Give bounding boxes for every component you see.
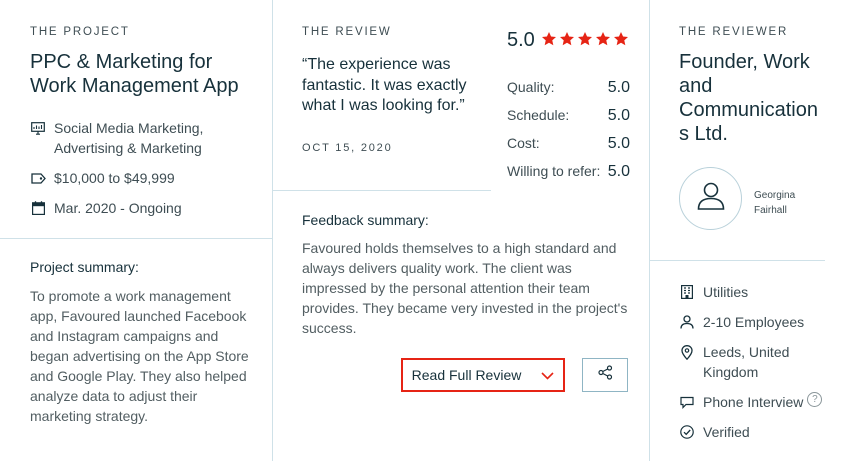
avatar xyxy=(679,167,742,230)
rating-row: Willing to refer: 5.0 xyxy=(507,163,630,181)
rating-label: Cost: xyxy=(507,135,540,151)
project-title: PPC & Marketing for Work Management App xyxy=(30,51,239,97)
review-quote: “The experience was fantastic. It was ex… xyxy=(302,56,467,114)
reviewer-industry: Utilities xyxy=(679,282,748,302)
location-text: Leeds, United Kingdom xyxy=(703,344,790,380)
reviewer-interview: Phone Interview ? xyxy=(679,392,823,412)
chat-bubble-icon xyxy=(679,394,695,410)
interview-text: Phone Interview xyxy=(703,394,804,410)
rating-row: Quality: 5.0 xyxy=(507,79,630,97)
person-icon xyxy=(679,314,695,330)
verified-text: Verified xyxy=(703,424,750,440)
reviewer-eyebrow: THE REVIEWER xyxy=(679,26,789,38)
industry-text: Utilities xyxy=(703,284,749,300)
budget-text: $10,000 to $49,999 xyxy=(54,170,175,186)
reviewer-employees: 2-10 Employees xyxy=(679,312,804,332)
star-icon xyxy=(614,32,628,46)
price-tag-icon xyxy=(30,170,46,186)
project-budget: $10,000 to $49,999 xyxy=(30,168,175,188)
rating-value: 5.0 xyxy=(607,163,630,180)
rating-row: Cost: 5.0 xyxy=(507,135,630,153)
rating-label: Schedule: xyxy=(507,107,570,123)
calendar-icon xyxy=(30,200,46,216)
review-date: OCT 15, 2020 xyxy=(302,142,393,154)
overall-rating: 5.0 xyxy=(507,29,535,51)
user-icon xyxy=(695,180,727,217)
star-icon xyxy=(578,32,592,46)
project-services: Social Media Marketing, Advertising & Ma… xyxy=(30,118,203,158)
rating-value: 5.0 xyxy=(607,135,630,152)
project-summary-text: To promote a work management app, Favour… xyxy=(30,288,249,424)
services-line-1: Social Media Marketing, xyxy=(54,120,204,136)
rating-value: 5.0 xyxy=(607,79,630,96)
building-icon xyxy=(679,284,695,300)
reviewer-location: Leeds, United Kingdom xyxy=(679,342,819,382)
divider-review xyxy=(273,190,491,191)
rating-label: Willing to refer: xyxy=(507,163,601,179)
rating-value: 5.0 xyxy=(607,107,630,124)
rating-label: Quality: xyxy=(507,79,555,95)
divider-reviewer xyxy=(650,260,825,261)
reviewer-verified: Verified xyxy=(679,422,750,442)
services-line-2: Advertising & Marketing xyxy=(54,140,202,156)
desktop-chart-icon xyxy=(30,120,46,136)
project-timeline: Mar. 2020 - Ongoing xyxy=(30,198,182,218)
share-icon xyxy=(597,365,613,385)
share-button[interactable] xyxy=(582,358,628,392)
divider-left xyxy=(272,0,273,461)
reviewer-title: Founder, Work and Communication s Ltd. xyxy=(679,51,818,145)
feedback-summary-text: Favoured holds themselves to a high stan… xyxy=(302,240,628,336)
help-icon[interactable]: ? xyxy=(807,392,823,407)
star-icon xyxy=(560,32,574,46)
star-rating xyxy=(541,31,629,47)
project-eyebrow: THE PROJECT xyxy=(30,26,130,38)
project-summary-label: Project summary: xyxy=(30,259,139,275)
divider-project xyxy=(0,238,272,239)
star-icon xyxy=(542,32,556,46)
read-full-review-label: Read Full Review xyxy=(411,367,522,383)
feedback-summary-label: Feedback summary: xyxy=(302,212,429,228)
star-icon xyxy=(596,32,610,46)
chevron-down-icon xyxy=(541,367,554,383)
location-pin-icon xyxy=(679,344,695,360)
divider-right xyxy=(649,0,650,461)
timeline-text: Mar. 2020 - Ongoing xyxy=(54,200,182,216)
reviewer-name: Georgina Fairhall xyxy=(754,190,796,216)
read-full-review-button[interactable]: Read Full Review xyxy=(401,358,565,392)
check-circle-icon xyxy=(679,424,695,440)
rating-row: Schedule: 5.0 xyxy=(507,107,630,125)
employees-text: 2-10 Employees xyxy=(703,314,805,330)
review-eyebrow: THE REVIEW xyxy=(302,26,392,38)
